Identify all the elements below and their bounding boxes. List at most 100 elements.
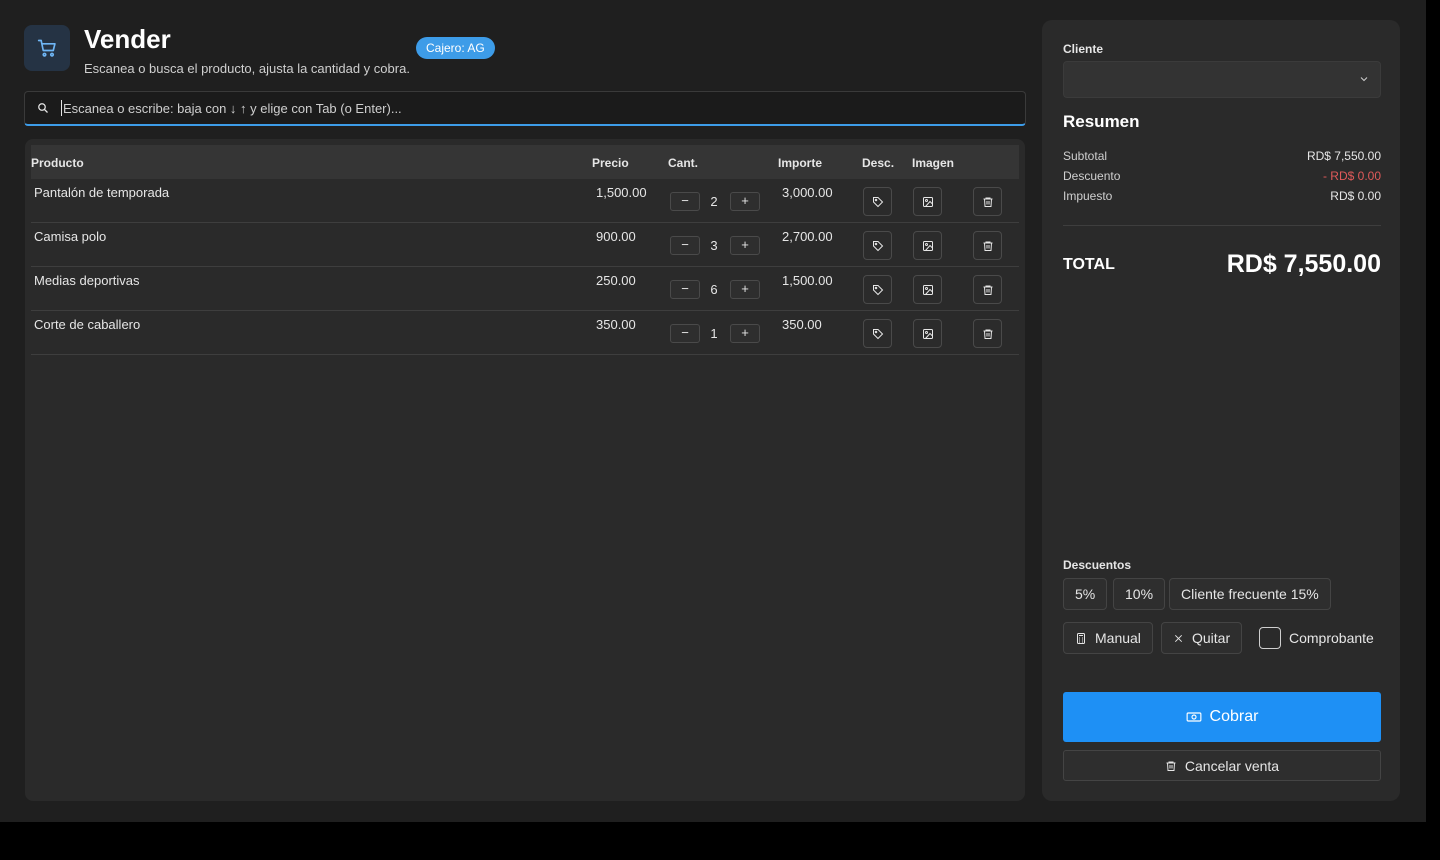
cancel-sale-button[interactable]: Cancelar venta [1063, 750, 1381, 781]
page-title: Vender [84, 24, 171, 54]
frequent-client-discount-button[interactable]: Cliente frecuente 15% [1169, 578, 1331, 610]
trash-icon [983, 329, 992, 339]
image-icon [922, 284, 933, 295]
col-image[interactable]: Imagen [912, 156, 954, 170]
product-amount: 1,500.00 [782, 273, 833, 288]
trash-icon [983, 241, 992, 251]
image-icon [922, 196, 933, 207]
total-label: TOTAL [1063, 256, 1115, 273]
cash-icon [1186, 712, 1201, 722]
trash-icon [983, 197, 992, 207]
discount-5-button[interactable]: 5% [1063, 578, 1108, 610]
discount-tag-button[interactable] [863, 275, 892, 304]
product-name: Pantalón de temporada [34, 185, 170, 200]
increase-qty-button[interactable]: + [730, 192, 760, 211]
total-value: RD$ 7,550.00 [1226, 250, 1381, 278]
qty-value: 3 [710, 238, 718, 253]
checkout-panel: Cliente Resumen Subtotal RD$ 7,550.00 De… [1042, 20, 1400, 801]
trash-icon [1166, 761, 1176, 771]
tag-icon [872, 240, 883, 251]
discount-tag-button[interactable] [863, 187, 892, 216]
delete-row-button[interactable] [973, 319, 1002, 348]
image-icon [922, 328, 933, 339]
text-caret [61, 100, 62, 116]
image-button[interactable] [913, 319, 942, 348]
page-header: Vender Escanea o busca el producto, ajus… [24, 24, 1026, 80]
close-icon [1174, 634, 1183, 642]
increase-qty-button[interactable]: + [730, 324, 760, 343]
search-box[interactable] [24, 91, 1026, 126]
tax-label: Impuesto [1063, 189, 1113, 203]
table-row[interactable]: Pantalón de temporada 1,500.00 − 2 + 3,0… [31, 179, 1019, 223]
client-select[interactable] [1063, 61, 1381, 98]
discounts-label: Descuentos [1063, 558, 1132, 572]
charge-label: Cobrar [1209, 708, 1259, 725]
discount-tag-button[interactable] [863, 231, 892, 260]
col-price[interactable]: Precio [592, 156, 629, 170]
col-amount[interactable]: Importe [778, 156, 822, 170]
cart-table: Producto Precio Cant. Importe Desc. Imag… [25, 139, 1025, 801]
table-header: Producto Precio Cant. Importe Desc. Imag… [31, 145, 1019, 179]
comprobante-label: Comprobante [1289, 630, 1374, 646]
subtotal-label: Subtotal [1063, 149, 1108, 163]
manual-discount-button[interactable]: Manual [1063, 622, 1153, 654]
manual-label: Manual [1095, 630, 1141, 646]
product-name: Medias deportivas [34, 273, 140, 288]
col-qty[interactable]: Cant. [668, 156, 698, 170]
client-label: Cliente [1063, 42, 1104, 56]
col-product[interactable]: Producto [31, 156, 84, 170]
table-row[interactable]: Medias deportivas 250.00 − 6 + 1,500.00 [31, 267, 1019, 311]
discount-10-button[interactable]: 10% [1113, 578, 1166, 610]
product-amount: 3,000.00 [782, 185, 833, 200]
product-name: Camisa polo [34, 229, 107, 244]
product-amount: 2,700.00 [782, 229, 833, 244]
discount-label: Descuento [1063, 169, 1121, 183]
delete-row-button[interactable] [973, 231, 1002, 260]
qty-value: 1 [710, 326, 718, 341]
discount-row: Descuento - RD$ 0.00 [1063, 169, 1381, 183]
trash-icon [983, 285, 992, 295]
search-input[interactable] [63, 100, 1025, 116]
page-subtitle: Escanea o busca el producto, ajusta la c… [84, 61, 410, 76]
discount-value: - RD$ 0.00 [1322, 169, 1381, 183]
image-button[interactable] [913, 231, 942, 260]
decrease-qty-button[interactable]: − [670, 236, 700, 255]
delete-row-button[interactable] [973, 275, 1002, 304]
summary-title: Resumen [1063, 112, 1140, 131]
table-row[interactable]: Camisa polo 900.00 − 3 + 2,700.00 [31, 223, 1019, 267]
tax-row: Impuesto RD$ 0.00 [1063, 189, 1381, 203]
subtotal-value: RD$ 7,550.00 [1306, 149, 1381, 163]
cashier-badge: Cajero: AG [416, 37, 495, 59]
increase-qty-button[interactable]: + [730, 236, 760, 255]
delete-row-button[interactable] [973, 187, 1002, 216]
search-icon [25, 102, 61, 114]
product-price: 250.00 [596, 273, 636, 288]
comprobante-checkbox[interactable] [1259, 627, 1281, 649]
image-button[interactable] [913, 187, 942, 216]
product-price: 1,500.00 [596, 185, 647, 200]
shopping-cart-icon [24, 25, 70, 71]
remove-discount-button[interactable]: Quitar [1161, 622, 1243, 654]
product-amount: 350.00 [782, 317, 822, 332]
product-price: 350.00 [596, 317, 636, 332]
qty-value: 2 [710, 194, 718, 209]
image-button[interactable] [913, 275, 942, 304]
charge-button[interactable]: Cobrar [1063, 692, 1381, 742]
tag-icon [872, 328, 883, 339]
qty-value: 6 [710, 282, 718, 297]
discount-tag-button[interactable] [863, 319, 892, 348]
summary-divider [1063, 225, 1381, 226]
decrease-qty-button[interactable]: − [670, 280, 700, 299]
col-discount[interactable]: Desc. [862, 156, 894, 170]
decrease-qty-button[interactable]: − [670, 192, 700, 211]
product-name: Corte de caballero [34, 317, 141, 332]
tax-value: RD$ 0.00 [1330, 189, 1381, 203]
increase-qty-button[interactable]: + [730, 280, 760, 299]
table-row[interactable]: Corte de caballero 350.00 − 1 + 350.00 [31, 311, 1019, 355]
decrease-qty-button[interactable]: − [670, 324, 700, 343]
chevron-down-icon [1360, 77, 1368, 82]
app-window: Vender Escanea o busca el producto, ajus… [0, 0, 1426, 822]
image-icon [922, 240, 933, 251]
calculator-icon [1077, 632, 1085, 644]
tag-icon [872, 284, 883, 295]
